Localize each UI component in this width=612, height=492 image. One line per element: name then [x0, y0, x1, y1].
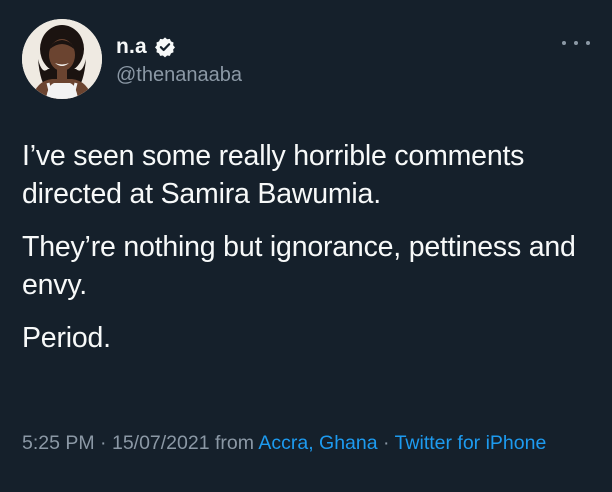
more-dot: [586, 41, 590, 45]
more-options-icon[interactable]: [562, 33, 590, 53]
user-handle[interactable]: @thenanaaba: [116, 64, 242, 87]
more-dot: [562, 41, 566, 45]
display-name[interactable]: n.a: [116, 35, 147, 59]
tweet-metadata: 5:25 PM · 15/07/2021 from Accra, Ghana ·…: [22, 428, 597, 459]
more-dot: [574, 41, 578, 45]
tweet-paragraph: Period.: [22, 322, 111, 354]
avatar[interactable]: [22, 19, 102, 99]
tweet-time[interactable]: 5:25 PM: [22, 432, 95, 454]
verified-badge-icon: [154, 36, 176, 58]
tweet-text: I’ve seen some really horrible comments …: [22, 137, 597, 372]
name-row: n.a: [116, 33, 176, 61]
from-label: from: [209, 432, 259, 454]
source-link[interactable]: Twitter for iPhone: [395, 432, 547, 454]
tweet-card: n.a @thenanaaba I’ve seen some really ho…: [0, 0, 612, 492]
tweet-paragraph: They’re nothing but ignorance, pettiness…: [22, 231, 576, 301]
tweet-paragraph: I’ve seen some really horrible comments …: [22, 140, 525, 210]
tweet-date[interactable]: 15/07/2021: [112, 432, 210, 454]
profile-avatar-icon: [22, 19, 102, 99]
separator: ·: [94, 432, 112, 454]
separator: ·: [377, 432, 395, 454]
location-link[interactable]: Accra, Ghana: [258, 432, 377, 454]
